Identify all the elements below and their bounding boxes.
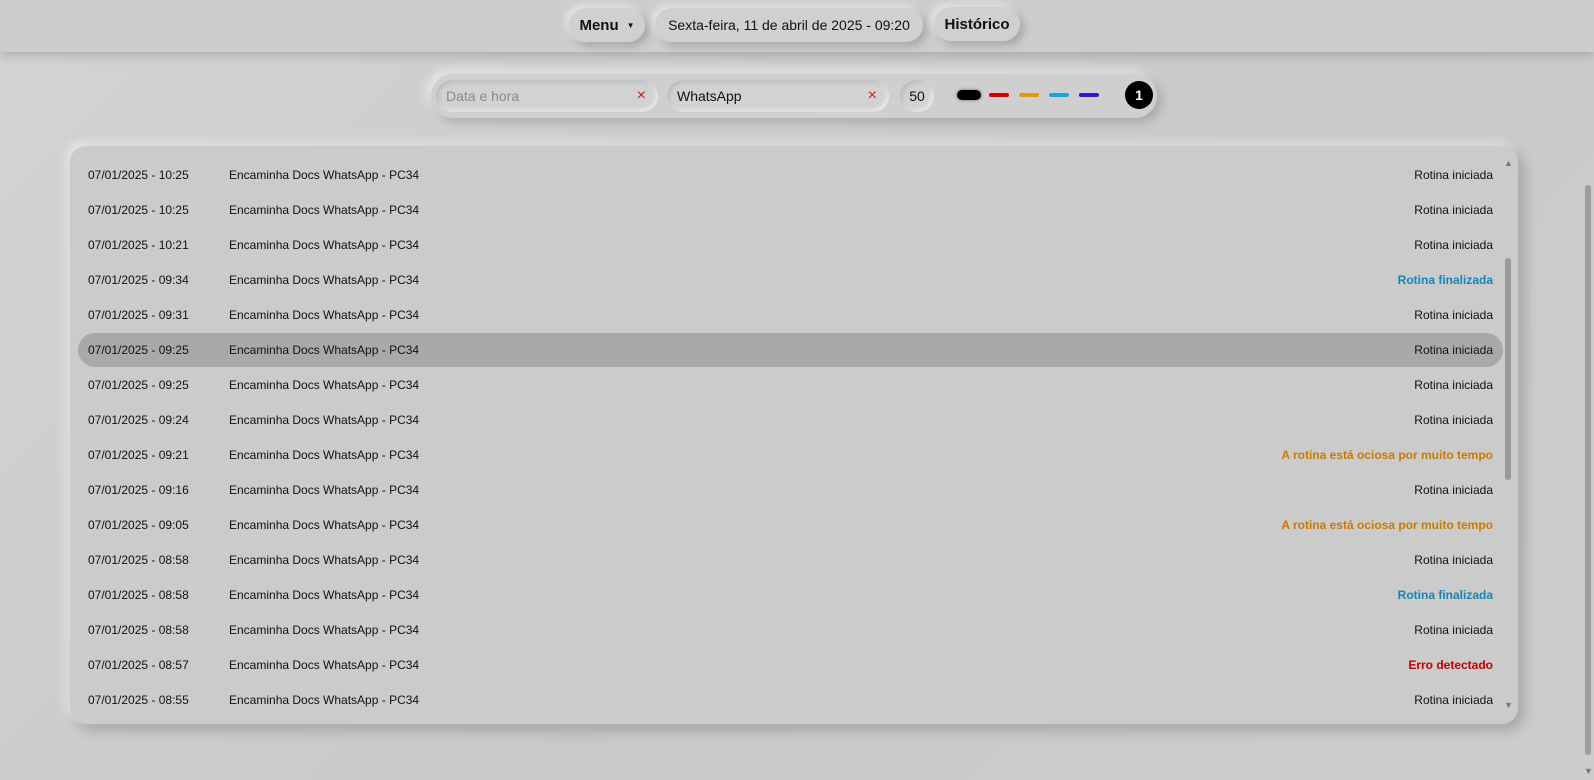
log-row[interactable]: 07/01/2025 - 09:25 Encaminha Docs WhatsAp…	[78, 333, 1503, 367]
log-status: Rotina iniciada	[1414, 693, 1493, 707]
search-filter: ×	[667, 80, 889, 112]
log-routine-name: Encaminha Docs WhatsApp - PC34	[229, 343, 420, 357]
color-filter-purple[interactable]	[1079, 93, 1099, 97]
log-datetime: 07/01/2025 - 09:24	[88, 413, 189, 427]
log-routine-name: Encaminha Docs WhatsApp - PC34	[229, 483, 420, 497]
log-status: Erro detectado	[1408, 658, 1493, 672]
log-row[interactable]: 07/01/2025 - 09:24 Encaminha Docs WhatsAp…	[78, 403, 1503, 437]
log-status: Rotina iniciada	[1414, 378, 1493, 392]
top-bar: Menu ▼ Sexta-feira, 11 de abril de 2025 …	[0, 0, 1594, 52]
log-datetime: 07/01/2025 - 10:25	[88, 168, 189, 182]
scroll-down-arrow-icon[interactable]: ▼	[1504, 700, 1513, 710]
log-status: Rotina iniciada	[1414, 413, 1493, 427]
log-row[interactable]: 07/01/2025 - 09:34 Encaminha Docs WhatsAp…	[78, 263, 1503, 297]
log-routine-name: Encaminha Docs WhatsApp - PC34	[229, 378, 420, 392]
log-routine-name: Encaminha Docs WhatsApp - PC34	[229, 693, 420, 707]
color-filter-red[interactable]	[989, 93, 1009, 97]
caret-down-icon: ▼	[626, 20, 635, 30]
log-routine-name: Encaminha Docs WhatsApp - PC34	[229, 553, 420, 567]
menu-label: Menu	[579, 16, 619, 34]
log-datetime: 07/01/2025 - 09:25	[88, 378, 189, 392]
log-row[interactable]: 07/01/2025 - 09:31 Encaminha Docs WhatsAp…	[78, 298, 1503, 332]
color-filter-cyan[interactable]	[1049, 93, 1069, 97]
current-date-text: Sexta-feira, 11 de abril de 2025 - 09:20	[668, 17, 910, 33]
log-status: Rotina iniciada	[1414, 483, 1493, 497]
log-status: Rotina iniciada	[1414, 238, 1493, 252]
scroll-up-arrow-icon[interactable]: ▲	[1504, 158, 1513, 168]
log-status: Rotina finalizada	[1397, 273, 1493, 287]
page-scroll-down-icon[interactable]: ▼	[1584, 766, 1593, 776]
log-scrollbar[interactable]: ▲ ▼	[1504, 158, 1513, 710]
log-routine-name: Encaminha Docs WhatsApp - PC34	[229, 658, 420, 672]
current-date-display: Sexta-feira, 11 de abril de 2025 - 09:20	[655, 8, 923, 42]
log-datetime: 07/01/2025 - 09:16	[88, 483, 189, 497]
log-routine-name: Encaminha Docs WhatsApp - PC34	[229, 448, 420, 462]
log-row[interactable]: 07/01/2025 - 08:58 Encaminha Docs WhatsAp…	[78, 543, 1503, 577]
log-datetime: 07/01/2025 - 08:57	[88, 658, 189, 672]
log-routine-name: Encaminha Docs WhatsApp - PC34	[229, 238, 420, 252]
log-status: A rotina está ociosa por muito tempo	[1281, 518, 1493, 532]
log-datetime: 07/01/2025 - 08:55	[88, 693, 189, 707]
log-routine-name: Encaminha Docs WhatsApp - PC34	[229, 623, 420, 637]
results-count-value: 50	[909, 88, 925, 104]
log-routine-name: Encaminha Docs WhatsApp - PC34	[229, 518, 420, 532]
log-row[interactable]: 07/01/2025 - 08:58 Encaminha Docs WhatsAp…	[78, 613, 1503, 647]
page-scroll-thumb[interactable]	[1585, 185, 1591, 755]
log-row[interactable]: 07/01/2025 - 08:55 Encaminha Docs WhatsAp…	[78, 683, 1503, 717]
log-datetime: 07/01/2025 - 09:05	[88, 518, 189, 532]
log-datetime: 07/01/2025 - 10:21	[88, 238, 189, 252]
page-number: 1	[1135, 87, 1143, 103]
page-scrollbar[interactable]: ▼	[1583, 52, 1593, 780]
filter-bar: × × 50 1	[431, 74, 1157, 118]
clear-datetime-icon[interactable]: ×	[637, 86, 646, 106]
log-datetime: 07/01/2025 - 09:25	[88, 343, 189, 357]
clear-search-icon[interactable]: ×	[868, 86, 877, 106]
log-status: A rotina está ociosa por muito tempo	[1281, 448, 1493, 462]
log-routine-name: Encaminha Docs WhatsApp - PC34	[229, 273, 420, 287]
log-row[interactable]: 07/01/2025 - 09:16 Encaminha Docs WhatsAp…	[78, 473, 1503, 507]
color-filter-black[interactable]	[957, 90, 981, 100]
log-row[interactable]: 07/01/2025 - 09:21 Encaminha Docs WhatsAp…	[78, 438, 1503, 472]
log-status: Rotina finalizada	[1397, 588, 1493, 602]
log-routine-name: Encaminha Docs WhatsApp - PC34	[229, 308, 420, 322]
log-row[interactable]: 07/01/2025 - 10:25 Encaminha Docs WhatsAp…	[78, 158, 1503, 192]
log-row[interactable]: 07/01/2025 - 10:21 Encaminha Docs WhatsAp…	[78, 228, 1503, 262]
history-button[interactable]: Histórico	[934, 7, 1020, 41]
log-status: Rotina iniciada	[1414, 168, 1493, 182]
datetime-input[interactable]	[446, 80, 616, 112]
log-row[interactable]: 07/01/2025 - 08:58 Encaminha Docs WhatsAp…	[78, 578, 1503, 612]
log-datetime: 07/01/2025 - 08:58	[88, 623, 189, 637]
log-routine-name: Encaminha Docs WhatsApp - PC34	[229, 168, 420, 182]
log-routine-name: Encaminha Docs WhatsApp - PC34	[229, 588, 420, 602]
log-row[interactable]: 07/01/2025 - 08:57 Encaminha Docs WhatsAp…	[78, 648, 1503, 682]
datetime-filter: ×	[436, 80, 658, 112]
history-label: Histórico	[944, 15, 1010, 33]
color-filter-orange[interactable]	[1019, 93, 1039, 97]
log-status: Rotina iniciada	[1414, 203, 1493, 217]
menu-button[interactable]: Menu ▼	[569, 8, 645, 42]
log-row[interactable]: 07/01/2025 - 09:25 Encaminha Docs WhatsAp…	[78, 368, 1503, 402]
log-routine-name: Encaminha Docs WhatsApp - PC34	[229, 413, 420, 427]
search-input[interactable]	[677, 80, 847, 112]
log-status: Rotina iniciada	[1414, 623, 1493, 637]
log-panel: 07/01/2025 - 10:25 Encaminha Docs WhatsAp…	[70, 146, 1518, 724]
log-status: Rotina iniciada	[1414, 308, 1493, 322]
log-datetime: 07/01/2025 - 08:58	[88, 553, 189, 567]
log-row[interactable]: 07/01/2025 - 09:05 Encaminha Docs WhatsAp…	[78, 508, 1503, 542]
results-count-field[interactable]: 50	[900, 80, 934, 112]
log-datetime: 07/01/2025 - 09:21	[88, 448, 189, 462]
log-routine-name: Encaminha Docs WhatsApp - PC34	[229, 203, 420, 217]
log-scroll-thumb[interactable]	[1505, 258, 1511, 480]
log-row[interactable]: 07/01/2025 - 10:25 Encaminha Docs WhatsAp…	[78, 193, 1503, 227]
log-status: Rotina iniciada	[1414, 553, 1493, 567]
log-status: Rotina iniciada	[1414, 343, 1493, 357]
log-datetime: 07/01/2025 - 08:58	[88, 588, 189, 602]
log-datetime: 07/01/2025 - 09:31	[88, 308, 189, 322]
page-number-button[interactable]: 1	[1125, 81, 1153, 109]
log-datetime: 07/01/2025 - 10:25	[88, 203, 189, 217]
log-datetime: 07/01/2025 - 09:34	[88, 273, 189, 287]
